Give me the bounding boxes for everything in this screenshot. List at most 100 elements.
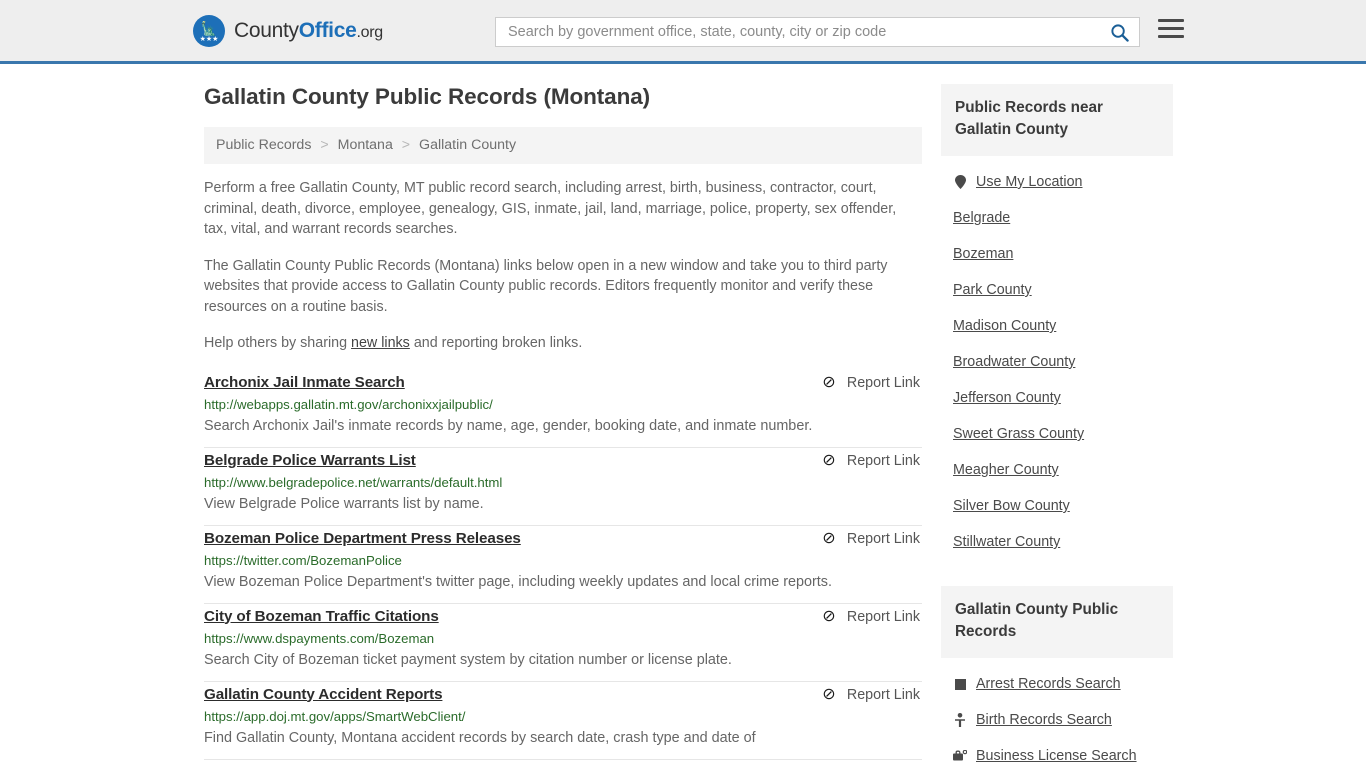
listing-header: Archonix Jail Inmate Search ⊘ Report Lin…	[204, 374, 922, 391]
listing-url: http://www.belgradepolice.net/warrants/d…	[204, 474, 503, 490]
share-text-before: Help others by sharing	[204, 335, 352, 351]
sidebar-item-silver-bow-county[interactable]: Silver Bow County	[941, 488, 1173, 524]
new-links-link[interactable]: new links	[351, 335, 410, 351]
sidebar-item-use-my-location[interactable]: Use My Location	[941, 164, 1173, 200]
search-bar[interactable]	[495, 17, 1140, 47]
breadcrumb: Public Records > Montana > Gallatin Coun…	[204, 127, 922, 164]
listing-title-link[interactable]: Bozeman Police Department Press Releases	[204, 530, 521, 547]
listing-item: Bozeman Police Department Press Releases…	[204, 526, 922, 604]
sidebar-link[interactable]: Belgrade	[953, 210, 1010, 226]
sidebar-item-bozeman[interactable]: Bozeman	[941, 236, 1173, 272]
site-header: 🗽 ★★★ CountyOffice.org	[0, 0, 1366, 64]
listing-description: View Bozeman Police Department's twitter…	[204, 573, 832, 590]
logo-stars: ★★★	[199, 35, 219, 43]
listing-header: Gallatin County Accident Reports ⊘ Repor…	[204, 686, 922, 703]
sidebar-link[interactable]: Jefferson County	[953, 390, 1061, 406]
sidebar-link[interactable]: Arrest Records Search	[976, 676, 1121, 692]
report-link-button[interactable]: ⊘ Report Link	[822, 529, 922, 547]
report-link-button[interactable]: ⊘ Report Link	[822, 374, 922, 391]
sidebar-link[interactable]: Bozeman	[953, 246, 1013, 262]
sidebar-item-broadwater-county[interactable]: Broadwater County	[941, 344, 1173, 380]
sidebar-item-jefferson-county[interactable]: Jefferson County	[941, 380, 1173, 416]
fingerprint-icon	[953, 678, 967, 690]
search-input[interactable]	[496, 18, 1099, 46]
listing-url: https://app.doj.mt.gov/apps/SmartWebClie…	[204, 708, 466, 724]
sidebar-link[interactable]: Birth Records Search	[976, 712, 1112, 728]
listing-description: Find Gallatin County, Montana accident r…	[204, 729, 756, 746]
report-link-button[interactable]: ⊘ Report Link	[822, 607, 922, 625]
breadcrumb-item-montana[interactable]: Montana	[338, 137, 393, 153]
breadcrumb-separator-2: >	[401, 137, 411, 153]
sidebar-link[interactable]: Business License Search	[976, 748, 1137, 764]
listing-description: Search Archonix Jail's inmate records by…	[204, 417, 813, 434]
breadcrumb-item-gallatin-county[interactable]: Gallatin County	[419, 137, 516, 153]
report-link-button[interactable]: ⊘ Report Link	[822, 451, 922, 469]
page-container: Gallatin County Public Records (Montana)…	[193, 64, 1173, 774]
sidebar-item-stillwater-county[interactable]: Stillwater County	[941, 524, 1173, 560]
sidebar: Public Records near Gallatin County Use …	[941, 84, 1173, 774]
sidebar-item-park-county[interactable]: Park County	[941, 272, 1173, 308]
briefcase-icon	[953, 750, 967, 762]
brand-part-county: County	[234, 18, 299, 42]
sidebar-records-list: Arrest Records Search Birth Records Sear…	[941, 666, 1173, 774]
sidebar-item-madison-county[interactable]: Madison County	[941, 308, 1173, 344]
sidebar-link[interactable]: Meagher County	[953, 462, 1059, 478]
brand-part-office: Office	[298, 18, 357, 42]
hamburger-bar-3	[1158, 35, 1184, 38]
share-text-after: and reporting broken links.	[409, 335, 583, 351]
brand-part-org: .org	[356, 23, 383, 41]
hamburger-bar-2	[1158, 27, 1184, 30]
broken-link-icon: ⊘	[822, 529, 839, 547]
breadcrumb-separator-1: >	[320, 137, 329, 153]
sidebar-link[interactable]: Use My Location	[976, 174, 1082, 190]
listing-item: Belgrade Police Warrants List ⊘ Report L…	[204, 448, 922, 526]
listing-url: https://www.dspayments.com/Bozeman	[204, 630, 435, 646]
sidebar-link[interactable]: Stillwater County	[953, 534, 1060, 550]
report-link-label: Report Link	[846, 374, 920, 391]
report-link-label: Report Link	[846, 686, 920, 703]
listing-title-link[interactable]: Belgrade Police Warrants List	[204, 452, 416, 469]
listing-header: City of Bozeman Traffic Citations ⊘ Repo…	[204, 608, 922, 625]
report-link-button[interactable]: ⊘ Report Link	[822, 685, 922, 703]
sidebar-link[interactable]: Madison County	[953, 318, 1056, 334]
sidebar-item-arrest-records-search[interactable]: Arrest Records Search	[941, 666, 1173, 702]
listing-title-link[interactable]: Archonix Jail Inmate Search	[204, 374, 405, 391]
sidebar-item-business-license-search[interactable]: Business License Search	[941, 738, 1173, 774]
hamburger-menu-icon[interactable]	[1158, 19, 1184, 38]
sidebar-records-panel: Gallatin County Public Records Arrest Re…	[941, 586, 1173, 774]
search-icon	[1110, 23, 1129, 42]
sidebar-item-belgrade[interactable]: Belgrade	[941, 200, 1173, 236]
listing-item: City of Bozeman Traffic Citations ⊘ Repo…	[204, 604, 922, 682]
broken-link-icon: ⊘	[822, 685, 839, 703]
baby-icon	[953, 713, 967, 727]
broken-link-icon: ⊘	[822, 607, 839, 625]
listing-title-link[interactable]: Gallatin County Accident Reports	[204, 686, 443, 703]
site-logo[interactable]: 🗽 ★★★ CountyOffice.org	[193, 14, 383, 47]
listing-item: Archonix Jail Inmate Search ⊘ Report Lin…	[204, 370, 922, 448]
sidebar-link[interactable]: Sweet Grass County	[953, 426, 1084, 442]
sidebar-near-list: Use My Location Belgrade Bozeman Park Co…	[941, 164, 1173, 560]
intro-paragraph-2: The Gallatin County Public Records (Mont…	[204, 257, 888, 315]
sidebar-link[interactable]: Silver Bow County	[953, 498, 1070, 514]
search-button[interactable]	[1099, 18, 1139, 46]
sidebar-item-meagher-county[interactable]: Meagher County	[941, 452, 1173, 488]
hamburger-bar-1	[1158, 19, 1184, 22]
sidebar-item-birth-records-search[interactable]: Birth Records Search	[941, 702, 1173, 738]
listing-title-link[interactable]: City of Bozeman Traffic Citations	[204, 608, 439, 625]
listing-header: Belgrade Police Warrants List ⊘ Report L…	[204, 452, 922, 469]
broken-link-icon: ⊘	[822, 451, 839, 469]
sidebar-link[interactable]: Park County	[953, 282, 1032, 298]
listing-header: Bozeman Police Department Press Releases…	[204, 530, 922, 547]
intro-paragraph-3: Help others by sharing new links and rep…	[204, 333, 914, 354]
breadcrumb-item-public-records[interactable]: Public Records	[216, 137, 311, 153]
listing-item: Gallatin County Accident Reports ⊘ Repor…	[204, 682, 922, 760]
brand-text: CountyOffice.org	[234, 19, 383, 43]
sidebar-link[interactable]: Broadwater County	[953, 354, 1075, 370]
listing-description: Search City of Bozeman ticket payment sy…	[204, 651, 732, 668]
listing-url: http://webapps.gallatin.mt.gov/archonixx…	[204, 396, 493, 412]
sidebar-panel-title-records: Gallatin County Public Records	[941, 586, 1173, 658]
intro-paragraph-1: Perform a free Gallatin County, MT publi…	[204, 180, 897, 237]
sidebar-item-sweet-grass-county[interactable]: Sweet Grass County	[941, 416, 1173, 452]
